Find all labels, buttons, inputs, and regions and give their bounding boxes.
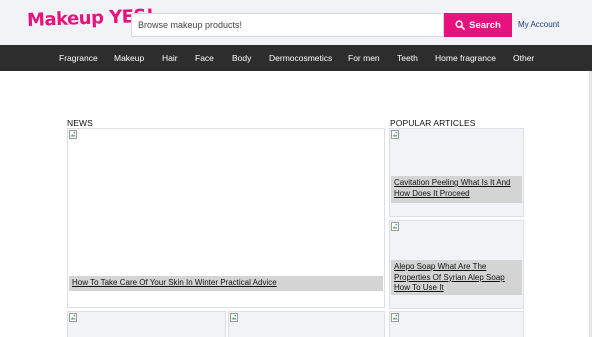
site-header: Makeup YES! Search My Account: [0, 0, 592, 45]
news-heading: NEWS: [67, 118, 93, 128]
search-button[interactable]: Search: [444, 13, 512, 37]
broken-image-icon: [391, 130, 399, 139]
news-main-title[interactable]: How To Take Care Of Your Skin In Winter …: [69, 276, 383, 291]
broken-image-icon: [69, 130, 77, 139]
popular-articles-heading: POPULAR ARTICLES: [390, 118, 476, 128]
popular-article-title[interactable]: Cavitation Peeling What Is It And How Do…: [391, 176, 522, 203]
nav-item-teeth[interactable]: Teeth: [397, 45, 418, 71]
broken-image-icon: [391, 313, 399, 322]
popular-article-title[interactable]: Alepo Soap What Are The Properties Of Sy…: [391, 260, 522, 295]
news-main-card[interactable]: How To Take Care Of Your Skin In Winter …: [67, 128, 385, 308]
broken-image-icon: [391, 222, 399, 231]
my-account-link[interactable]: My Account: [518, 20, 559, 29]
nav-item-makeup[interactable]: Makeup: [114, 45, 144, 71]
popular-article-card[interactable]: Cavitation Peeling What Is It And How Do…: [389, 128, 524, 217]
news-card[interactable]: [228, 311, 385, 337]
category-nav: Fragrance Makeup Hair Face Body Dermocos…: [0, 45, 592, 71]
nav-item-for-men[interactable]: For men: [348, 45, 380, 71]
nav-item-fragrance[interactable]: Fragrance: [59, 45, 98, 71]
broken-image-icon: [69, 313, 77, 322]
popular-article-card[interactable]: [389, 311, 524, 337]
nav-item-home-fragrance[interactable]: Home fragrance: [435, 45, 496, 71]
nav-item-face[interactable]: Face: [195, 45, 214, 71]
nav-item-other[interactable]: Other: [513, 45, 534, 71]
broken-image-icon: [230, 313, 238, 322]
search-button-label: Search: [469, 19, 501, 31]
nav-item-dermocosmetics[interactable]: Dermocosmetics: [269, 45, 332, 71]
search-input[interactable]: [131, 13, 444, 37]
nav-item-body[interactable]: Body: [232, 45, 251, 71]
popular-article-card[interactable]: Alepo Soap What Are The Properties Of Sy…: [389, 220, 524, 309]
search-icon: [455, 20, 466, 30]
nav-item-hair[interactable]: Hair: [162, 45, 178, 71]
news-card[interactable]: [67, 311, 226, 337]
